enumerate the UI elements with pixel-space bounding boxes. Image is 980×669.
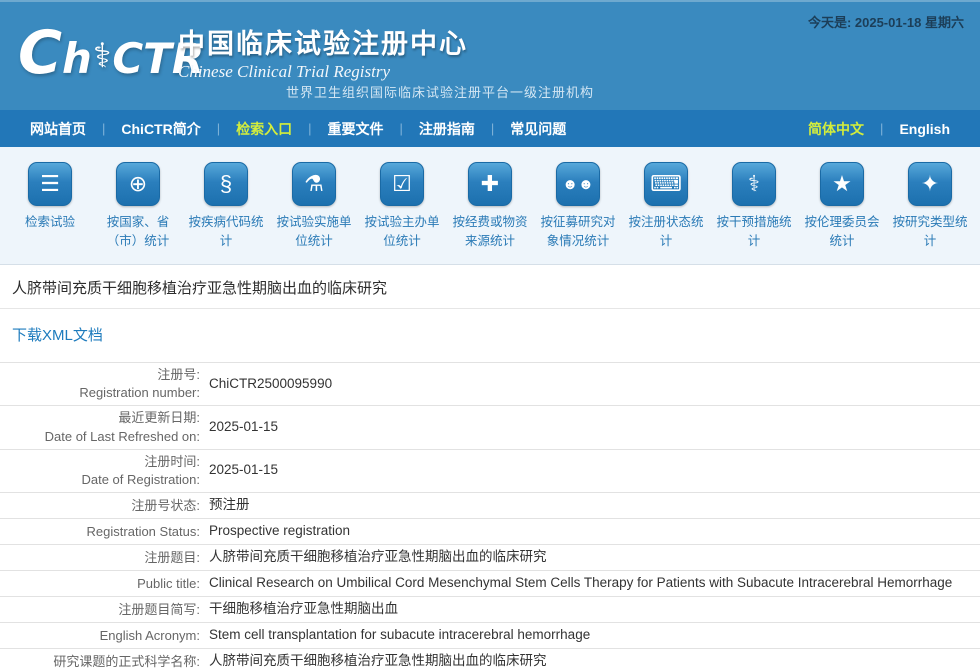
row-label-line: Registration Status:	[0, 523, 200, 541]
row-value: 人脐带间充质干细胞移植治疗亚急性期脑出血的临床研究	[200, 652, 547, 669]
row-label: 最近更新日期: Date of Last Refreshed on:	[0, 409, 200, 445]
lang-english[interactable]: English	[883, 121, 966, 137]
toolbar-item-label: 按征募研究对象情况统计	[535, 213, 621, 252]
toolbar-item-stats-by-implementing-unit[interactable]: ⚗ 按试验实施单位统计	[270, 147, 358, 264]
table-row-last-refreshed: 最近更新日期: Date of Last Refreshed on: 2025-…	[0, 406, 980, 449]
toolbar-item-stats-by-sponsor-unit[interactable]: ☑ 按试验主办单位统计	[358, 147, 446, 264]
toolbar-item-label: 按疾病代码统计	[183, 213, 269, 252]
numbered-list-icon: ☰	[28, 162, 72, 206]
nav-item-search-portal[interactable]: 检索入口	[220, 119, 308, 139]
toolbar-item-stats-by-study-type[interactable]: ✦ 按研究类型统计	[886, 147, 974, 264]
toolbar-item-label: 按研究类型统计	[887, 213, 973, 252]
toolbar-item-label: 按经费或物资来源统计	[447, 213, 533, 252]
row-label-line: 注册号:	[0, 366, 200, 384]
row-label: 注册号状态:	[0, 497, 200, 515]
site-title-block: 中国临床试验注册中心 Chinese Clinical Trial Regist…	[178, 22, 468, 82]
nav-item-important-documents[interactable]: 重要文件	[312, 119, 400, 139]
lang-simplified-chinese[interactable]: 简体中文	[792, 119, 880, 139]
row-label: English Acronym:	[0, 627, 200, 645]
table-row-date-of-registration: 注册时间: Date of Registration: 2025-01-15	[0, 450, 980, 493]
nav-item-registration-guide[interactable]: 注册指南	[403, 119, 491, 139]
flask-icon: ⚗	[292, 162, 336, 206]
row-label: 研究课题的正式科学名称:	[0, 653, 200, 669]
row-label-line: Date of Registration:	[0, 471, 200, 489]
row-value: 2025-01-15	[200, 461, 278, 480]
keyboard-mouse-icon: ⌨	[644, 162, 688, 206]
row-label: 注册时间: Date of Registration:	[0, 453, 200, 489]
nav-item-faq[interactable]: 常见问题	[494, 119, 582, 139]
row-value: 预注册	[200, 496, 250, 515]
row-value: 干细胞移植治疗亚急性期脑出血	[200, 600, 398, 619]
row-label-line: Date of Last Refreshed on:	[0, 428, 200, 446]
site-subtitle: 世界卫生组织国际临床试验注册平台一级注册机构	[286, 82, 594, 101]
toolbar-item-stats-by-ethics-committee[interactable]: ★ 按伦理委员会统计	[798, 147, 886, 264]
toolbar-item-stats-by-funding-source[interactable]: ✚ 按经费或物资来源统计	[446, 147, 534, 264]
site-header: Ch⚕CTR 中国临床试验注册中心 Chinese Clinical Trial…	[0, 0, 980, 110]
table-row-registration-status-en: Registration Status: Prospective registr…	[0, 519, 980, 545]
table-row-acronym-en: English Acronym: Stem cell transplantati…	[0, 623, 980, 649]
toolbar-item-stats-by-intervention[interactable]: ⚕ 按干预措施统计	[710, 147, 798, 264]
logo-text-left: Ch	[18, 22, 92, 90]
toolbar-item-label: 检索试验	[25, 213, 75, 232]
nav-item-home[interactable]: 网站首页	[14, 119, 102, 139]
stats-toolbar: ☰ 检索试验 ⊕ 按国家、省（市）统计 § 按疾病代码统计 ⚗ 按试验实施单位统…	[0, 147, 980, 265]
toolbar-item-stats-by-country-province[interactable]: ⊕ 按国家、省（市）统计	[94, 147, 182, 264]
toolbar-item-label: 按试验实施单位统计	[271, 213, 357, 252]
table-row-scientific-title-zh: 研究课题的正式科学名称: 人脐带间充质干细胞移植治疗亚急性期脑出血的临床研究	[0, 649, 980, 669]
toolbar-item-search-trials[interactable]: ☰ 检索试验	[6, 147, 94, 264]
download-section: 下载XML文档	[0, 309, 980, 362]
table-row-public-title-en: Public title: Clinical Research on Umbil…	[0, 571, 980, 597]
table-row-registration-status-zh: 注册号状态: 预注册	[0, 493, 980, 519]
row-value: Clinical Research on Umbilical Cord Mese…	[200, 574, 952, 593]
row-label-line: 研究课题的正式科学名称:	[0, 653, 200, 669]
toolbar-item-label: 按注册状态统计	[623, 213, 709, 252]
row-label: Registration Status:	[0, 523, 200, 541]
star-icon: ★	[820, 162, 864, 206]
row-label-line: 注册题目:	[0, 549, 200, 567]
row-label: 注册号: Registration number:	[0, 366, 200, 402]
row-label-line: Public title:	[0, 575, 200, 593]
toolbar-item-stats-by-registration-status[interactable]: ⌨ 按注册状态统计	[622, 147, 710, 264]
row-label-line: English Acronym:	[0, 627, 200, 645]
site-title-en: Chinese Clinical Trial Registry	[178, 62, 468, 82]
world-map-icon: ⊕	[116, 162, 160, 206]
row-value: Prospective registration	[200, 522, 350, 541]
sparkles-icon: ✦	[908, 162, 952, 206]
row-label-line: Registration number:	[0, 384, 200, 402]
table-row-acronym-zh: 注册题目简写: 干细胞移植治疗亚急性期脑出血	[0, 597, 980, 623]
row-value: ChiCTR2500095990	[200, 375, 332, 394]
row-label: Public title:	[0, 575, 200, 593]
toolbar-item-stats-by-disease-code[interactable]: § 按疾病代码统计	[182, 147, 270, 264]
table-row-registration-number: 注册号: Registration number: ChiCTR25000959…	[0, 363, 980, 406]
row-label: 注册题目简写:	[0, 601, 200, 619]
main-nav: 网站首页 ChiCTR简介 检索入口 重要文件 注册指南 常见问题 简体中文 E…	[0, 110, 980, 147]
people-icon: ☻☻	[556, 162, 600, 206]
row-label-line: 注册题目简写:	[0, 601, 200, 619]
row-label: 注册题目:	[0, 549, 200, 567]
toolbar-item-label: 按干预措施统计	[711, 213, 797, 252]
clipboard-checklist-icon: ☑	[380, 162, 424, 206]
table-row-public-title-zh: 注册题目: 人脐带间充质干细胞移植治疗亚急性期脑出血的临床研究	[0, 545, 980, 571]
row-value: 人脐带间充质干细胞移植治疗亚急性期脑出血的临床研究	[200, 548, 547, 567]
registration-info-table: 注册号: Registration number: ChiCTR25000959…	[0, 362, 980, 669]
medical-bag-icon: ✚	[468, 162, 512, 206]
caduceus-icon: ⚕	[93, 36, 111, 76]
site-title-zh: 中国临床试验注册中心	[178, 22, 468, 61]
toolbar-item-label: 按试验主办单位统计	[359, 213, 445, 252]
toolbar-item-stats-by-recruitment-status[interactable]: ☻☻ 按征募研究对象情况统计	[534, 147, 622, 264]
download-xml-link[interactable]: 下载XML文档	[12, 327, 103, 344]
dna-icon: §	[204, 162, 248, 206]
trial-page-title: 人脐带间充质干细胞移植治疗亚急性期脑出血的临床研究	[0, 265, 980, 309]
chictr-logo[interactable]: Ch⚕CTR	[18, 22, 204, 90]
doctor-icon: ⚕	[732, 162, 776, 206]
row-value: 2025-01-15	[200, 418, 278, 437]
today-date: 今天是: 2025-01-18 星期六	[808, 12, 964, 31]
row-label-line: 注册号状态:	[0, 497, 200, 515]
row-label-line: 最近更新日期:	[0, 409, 200, 427]
nav-item-about-chictr[interactable]: ChiCTR简介	[105, 119, 216, 139]
toolbar-item-label: 按国家、省（市）统计	[95, 213, 181, 252]
row-value: Stem cell transplantation for subacute i…	[200, 626, 590, 645]
toolbar-item-label: 按伦理委员会统计	[799, 213, 885, 252]
row-label-line: 注册时间:	[0, 453, 200, 471]
